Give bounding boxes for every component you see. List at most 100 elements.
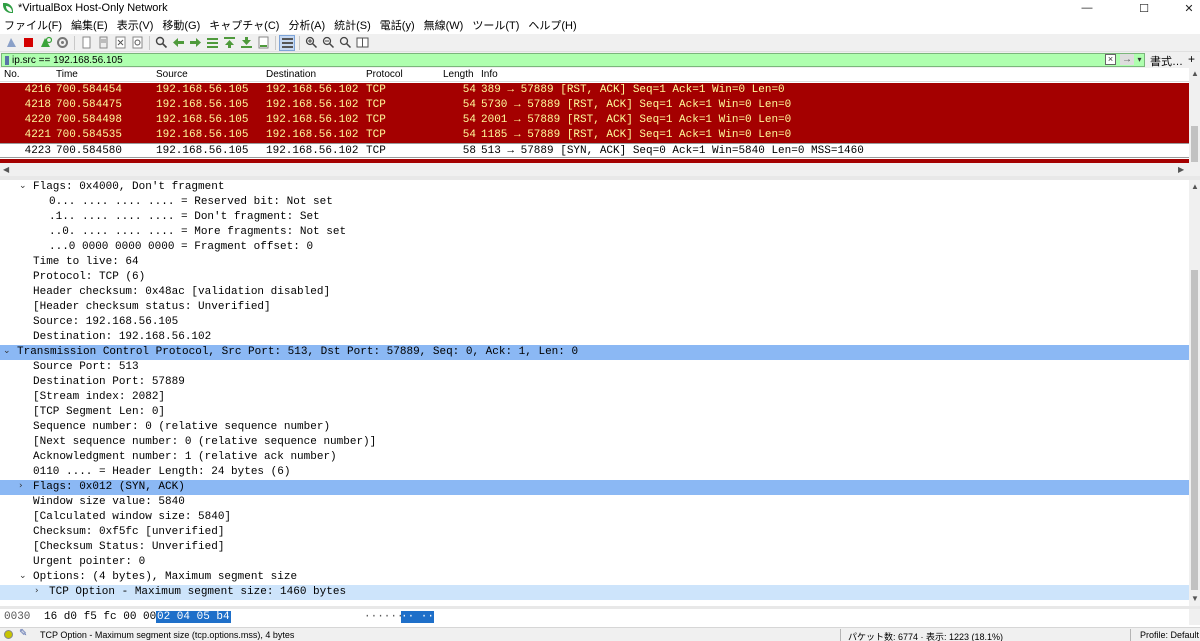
detail-row[interactable]: 0110 .... = Header Length: 24 bytes (6) [0, 465, 1189, 480]
detail-row[interactable]: ⌄ Transmission Control Protocol, Src Port… [0, 345, 1189, 360]
bytes-ascii[interactable]: ······ [364, 611, 404, 623]
scroll-thumb[interactable] [1191, 270, 1198, 590]
detail-row[interactable]: › TCP Option - Maximum segment size: 1460… [0, 585, 1189, 600]
zoom-normal-icon[interactable] [337, 35, 353, 51]
packet-row[interactable]: 4221 700.584535 192.168.56.105 192.168.56.1… [0, 128, 1189, 143]
detail-row[interactable]: Header checksum: 0x48ac [validation disa… [0, 285, 1189, 300]
stop-capture-icon[interactable] [20, 35, 36, 51]
column-time[interactable]: Time [56, 69, 78, 80]
detail-row[interactable]: ..0. .... .... .... = More fragments: No… [0, 225, 1189, 240]
detail-row[interactable]: [Calculated window size: 5840] [0, 510, 1189, 525]
apply-filter-arrow-icon[interactable]: → [1120, 54, 1134, 65]
details-vertical-scrollbar[interactable]: ▲ ▼ [1189, 180, 1200, 606]
go-first-packet-icon[interactable] [221, 35, 237, 51]
zoom-out-icon[interactable] [320, 35, 336, 51]
scroll-left-icon[interactable]: ◀ [3, 165, 9, 174]
resize-columns-icon[interactable] [354, 35, 370, 51]
column-source[interactable]: Source [156, 69, 188, 80]
scroll-up-icon[interactable]: ▲ [1191, 69, 1199, 78]
packet-row[interactable]: 4220 700.584498 192.168.56.105 192.168.56.1… [0, 113, 1189, 128]
menu-statistics[interactable]: 統計(S) [334, 17, 371, 33]
status-profile[interactable]: Profile: Default [1140, 630, 1199, 640]
detail-row[interactable]: ⌄ Flags: 0x4000, Don't fragment [0, 180, 1189, 195]
tree-collapse-chevron-icon[interactable]: ⌄ [19, 181, 27, 191]
display-filter-input[interactable] [12, 54, 1092, 66]
open-file-icon[interactable] [78, 35, 94, 51]
column-info[interactable]: Info [481, 69, 498, 80]
scroll-down-icon[interactable]: ▼ [1191, 594, 1199, 603]
detail-row[interactable]: Source: 192.168.56.105 [0, 315, 1189, 330]
menu-capture[interactable]: キャプチャ(C) [209, 17, 279, 33]
reload-file-icon[interactable] [129, 35, 145, 51]
detail-row[interactable]: › Flags: 0x012 (SYN, ACK) [0, 480, 1189, 495]
detail-row[interactable]: Checksum: 0xf5fc [unverified] [0, 525, 1189, 540]
tree-collapse-chevron-icon[interactable]: ⌄ [19, 571, 27, 581]
menu-go[interactable]: 移動(G) [162, 17, 200, 33]
column-destination[interactable]: Destination [266, 69, 316, 80]
detail-row[interactable]: Time to live: 64 [0, 255, 1189, 270]
column-length[interactable]: Length [443, 69, 474, 80]
column-protocol[interactable]: Protocol [366, 69, 403, 80]
menu-telephony[interactable]: 電話(y) [380, 17, 415, 33]
packet-row[interactable]: 4216 700.584454 192.168.56.105 192.168.56.1… [0, 83, 1189, 98]
detail-row[interactable]: Acknowledgment number: 1 (relative ack n… [0, 450, 1189, 465]
menu-analyze[interactable]: 分析(A) [288, 17, 325, 33]
tree-collapse-chevron-icon[interactable]: ⌄ [3, 346, 11, 356]
tree-expand-chevron-icon[interactable]: › [19, 481, 23, 491]
colorize-icon[interactable] [279, 34, 295, 51]
go-last-packet-icon[interactable] [238, 35, 254, 51]
menu-help[interactable]: ヘルプ(H) [528, 17, 576, 33]
menu-tools[interactable]: ツール(T) [472, 17, 519, 33]
menu-edit[interactable]: 編集(E) [71, 17, 108, 33]
start-capture-icon[interactable] [3, 35, 19, 51]
detail-row[interactable]: Sequence number: 0 (relative sequence nu… [0, 420, 1189, 435]
packet-list-vertical-scrollbar[interactable]: ▲ [1189, 68, 1200, 176]
packet-list-horizontal-scrollbar[interactable]: ◀ ▶ [0, 163, 1189, 176]
zoom-in-icon[interactable] [303, 35, 319, 51]
detail-row[interactable]: [Checksum Status: Unverified] [0, 540, 1189, 555]
packet-row[interactable]: 4223 700.584580 192.168.56.105 192.168.56.1… [0, 143, 1189, 158]
detail-row[interactable]: ...0 0000 0000 0000 = Fragment offset: 0 [0, 240, 1189, 255]
go-forward-icon[interactable] [187, 35, 203, 51]
restart-capture-icon[interactable] [37, 35, 53, 51]
close-file-icon[interactable] [112, 35, 128, 51]
column-no[interactable]: No. [4, 69, 20, 80]
detail-row[interactable]: [Next sequence number: 0 (relative seque… [0, 435, 1189, 450]
clear-filter-icon[interactable]: × [1105, 54, 1116, 65]
detail-row[interactable]: Destination: 192.168.56.102 [0, 330, 1189, 345]
menu-wireless[interactable]: 無線(W) [424, 17, 464, 33]
add-filter-button-icon[interactable]: + [1188, 52, 1195, 66]
edit-comment-icon[interactable]: ✎ [19, 628, 27, 639]
save-file-icon[interactable] [95, 35, 111, 51]
detail-row[interactable]: .1.. .... .... .... = Don't fragment: Se… [0, 210, 1189, 225]
scroll-up-icon[interactable]: ▲ [1191, 182, 1199, 191]
detail-row[interactable]: [Stream index: 2082] [0, 390, 1189, 405]
auto-scroll-icon[interactable] [255, 35, 271, 51]
bytes-hex-selected[interactable]: 02 04 05 b4 [156, 611, 231, 623]
filter-dropdown-icon[interactable]: ▾ [1135, 54, 1144, 65]
bytes-hex[interactable]: 16 d0 f5 fc 00 00 [44, 611, 156, 623]
bytes-vertical-scrollbar[interactable] [1189, 609, 1200, 625]
minimize-button[interactable]: — [1064, 0, 1110, 16]
tree-expand-chevron-icon[interactable]: › [35, 586, 39, 596]
go-back-icon[interactable] [170, 35, 186, 51]
detail-row[interactable]: ⌄ Options: (4 bytes), Maximum segment siz… [0, 570, 1189, 585]
go-to-packet-icon[interactable] [204, 35, 220, 51]
detail-row[interactable]: [TCP Segment Len: 0] [0, 405, 1189, 420]
find-packet-icon[interactable] [153, 35, 169, 51]
bytes-ascii-selected[interactable]: ·· ·· [401, 611, 435, 623]
detail-row[interactable]: Urgent pointer: 0 [0, 555, 1189, 570]
bookmark-icon[interactable] [2, 54, 12, 66]
scroll-thumb[interactable] [1191, 126, 1198, 162]
detail-row[interactable]: Destination Port: 57889 [0, 375, 1189, 390]
packet-row[interactable]: 4218 700.584475 192.168.56.105 192.168.56.1… [0, 98, 1189, 113]
detail-row[interactable]: Window size value: 5840 [0, 495, 1189, 510]
detail-row[interactable]: Protocol: TCP (6) [0, 270, 1189, 285]
close-button[interactable]: ✕ [1166, 0, 1200, 16]
capture-options-icon[interactable] [54, 35, 70, 51]
expert-info-icon[interactable] [4, 630, 13, 639]
scroll-right-icon[interactable]: ▶ [1178, 165, 1184, 174]
detail-row[interactable]: [Header checksum status: Unverified] [0, 300, 1189, 315]
detail-row[interactable]: 0... .... .... .... = Reserved bit: Not … [0, 195, 1189, 210]
detail-row[interactable]: Source Port: 513 [0, 360, 1189, 375]
